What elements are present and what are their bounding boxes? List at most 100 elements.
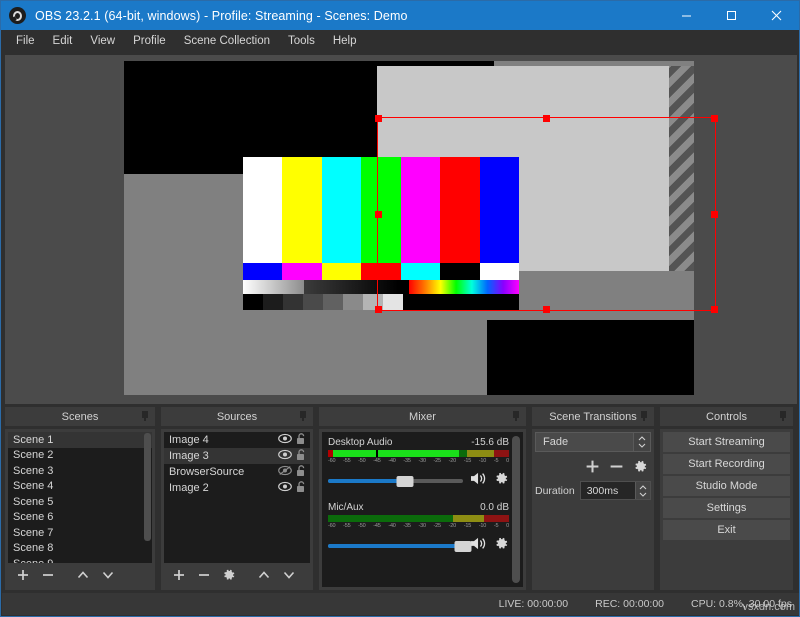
scene-list-item[interactable]: Scene 9 (8, 556, 152, 563)
color-bars-row-secondary (243, 263, 519, 280)
studio-mode-button[interactable]: Studio Mode (663, 476, 790, 496)
scene-list-item[interactable]: Scene 6 (8, 510, 152, 526)
duration-label: Duration (535, 484, 575, 497)
scenes-dock-title-label: Scenes (61, 410, 99, 423)
scene-list-item[interactable]: Scene 3 (8, 463, 152, 479)
scene-list-item[interactable]: Scene 1 (8, 432, 152, 448)
scene-list-item[interactable]: Scene 2 (8, 448, 152, 464)
program-canvas[interactable] (124, 61, 694, 395)
preview-viewport[interactable] (5, 55, 797, 404)
menu-file[interactable]: File (7, 32, 44, 50)
status-cpu: CPU: 0.8%, 30.00 fps (691, 598, 792, 610)
menu-tools[interactable]: Tools (279, 32, 324, 50)
volume-slider[interactable] (328, 540, 472, 552)
dock-pin-icon[interactable] (299, 411, 308, 421)
transitions-dock-body: Fade Duration 300ms (532, 429, 654, 590)
transition-select[interactable]: Fade (535, 432, 651, 452)
status-bar: LIVE: 00:00:00 REC: 00:00:00 CPU: 0.8%, … (2, 593, 799, 615)
mixer-dock-body: Desktop Audio -15.6 dB -60 -55 -50 -45 -… (319, 429, 526, 590)
source-list-item[interactable]: BrowserSource (164, 464, 310, 480)
status-live: LIVE: 00:00:00 (498, 598, 569, 610)
eye-visible-icon[interactable] (278, 481, 292, 495)
volume-meter (328, 450, 509, 457)
source-list-item[interactable]: Image 4 (164, 432, 310, 448)
color-bars-row-primary (243, 157, 519, 263)
eye-hidden-icon[interactable] (278, 465, 292, 479)
lock-unlocked-icon[interactable] (296, 464, 306, 480)
speaker-icon[interactable] (469, 536, 488, 556)
menu-bar: File Edit View Profile Scene Collection … (1, 30, 799, 52)
add-scene-button[interactable] (12, 565, 34, 585)
dock-pin-icon[interactable] (779, 411, 788, 421)
source-list-item[interactable]: Image 2 (164, 480, 310, 496)
move-source-up-button[interactable] (253, 565, 275, 585)
maximize-button[interactable] (709, 1, 754, 30)
transition-toolbar (535, 456, 651, 476)
scenes-list[interactable]: Scene 1 Scene 2 Scene 3 Scene 4 Scene 5 … (8, 432, 152, 563)
close-button[interactable] (754, 1, 799, 30)
eye-visible-icon[interactable] (278, 449, 292, 463)
resize-handle-se[interactable] (711, 306, 718, 313)
menu-profile[interactable]: Profile (124, 32, 175, 50)
volume-slider[interactable] (328, 475, 463, 487)
scene-list-item[interactable]: Scene 4 (8, 479, 152, 495)
mixer-dock-title: Mixer (319, 407, 526, 426)
canvas-source-color-bars[interactable] (243, 157, 519, 310)
move-scene-up-button[interactable] (72, 565, 94, 585)
menu-help[interactable]: Help (324, 32, 366, 50)
source-list-item[interactable]: Image 3 (164, 448, 310, 464)
minimize-button[interactable] (664, 1, 709, 30)
menu-view[interactable]: View (81, 32, 124, 50)
gear-icon[interactable] (494, 536, 509, 556)
mixer-channel-desktop-audio: Desktop Audio -15.6 dB -60 -55 -50 -45 -… (328, 437, 509, 491)
transitions-dock-title: Scene Transitions (532, 407, 654, 426)
scene-list-item[interactable]: Scene 7 (8, 525, 152, 541)
preview-area (2, 52, 799, 407)
meter-scale: -60 -55 -50 -45 -40 -35 -30 -25 -20 -15 -10 -5… (328, 523, 509, 529)
mixer-scrollbar[interactable] (512, 436, 520, 583)
source-properties-button[interactable] (218, 565, 240, 585)
sources-dock: Sources Image 4 Image 3 BrowserSource Im… (158, 407, 316, 594)
lock-unlocked-icon[interactable] (296, 432, 306, 448)
menu-edit[interactable]: Edit (44, 32, 82, 50)
remove-source-button[interactable] (193, 565, 215, 585)
lock-unlocked-icon[interactable] (296, 448, 306, 464)
gear-icon[interactable] (494, 471, 509, 491)
move-source-down-button[interactable] (278, 565, 300, 585)
source-name: Image 2 (169, 482, 209, 494)
resize-handle-e[interactable] (711, 210, 718, 218)
canvas-source-image-4[interactable] (487, 320, 694, 395)
exit-button[interactable]: Exit (663, 520, 790, 540)
lock-unlocked-icon[interactable] (296, 480, 306, 496)
menu-scene-collection[interactable]: Scene Collection (175, 32, 279, 50)
scene-list-item[interactable]: Scene 5 (8, 494, 152, 510)
remove-transition-button[interactable] (605, 456, 627, 476)
transition-properties-button[interactable] (629, 456, 651, 476)
sources-dock-title: Sources (161, 407, 313, 426)
scenes-list-scrollbar[interactable] (144, 433, 151, 541)
channel-name: Mic/Aux (328, 502, 364, 513)
scene-list-item[interactable]: Scene 8 (8, 541, 152, 557)
duration-input[interactable]: 300ms (579, 481, 651, 500)
start-streaming-button[interactable]: Start Streaming (663, 432, 790, 452)
source-name: BrowserSource (169, 466, 245, 478)
start-recording-button[interactable]: Start Recording (663, 454, 790, 474)
add-source-button[interactable] (168, 565, 190, 585)
sources-list[interactable]: Image 4 Image 3 BrowserSource Image 2 (164, 432, 310, 563)
spinner-arrows-icon[interactable] (633, 433, 650, 451)
speaker-icon[interactable] (469, 471, 488, 491)
settings-button[interactable]: Settings (663, 498, 790, 518)
remove-scene-button[interactable] (37, 565, 59, 585)
source-name: Image 4 (169, 434, 209, 446)
dock-pin-icon[interactable] (512, 411, 521, 421)
window-controls (664, 1, 799, 30)
add-transition-button[interactable] (581, 456, 603, 476)
dock-pin-icon[interactable] (141, 411, 150, 421)
move-scene-down-button[interactable] (97, 565, 119, 585)
eye-visible-icon[interactable] (278, 433, 292, 447)
resize-handle-ne[interactable] (711, 115, 718, 122)
transition-selected-value: Fade (543, 436, 569, 448)
spinner-arrows-icon[interactable] (635, 482, 650, 499)
window-title: OBS 23.2.1 (64-bit, windows) - Profile: … (35, 8, 408, 23)
dock-pin-icon[interactable] (640, 411, 649, 421)
